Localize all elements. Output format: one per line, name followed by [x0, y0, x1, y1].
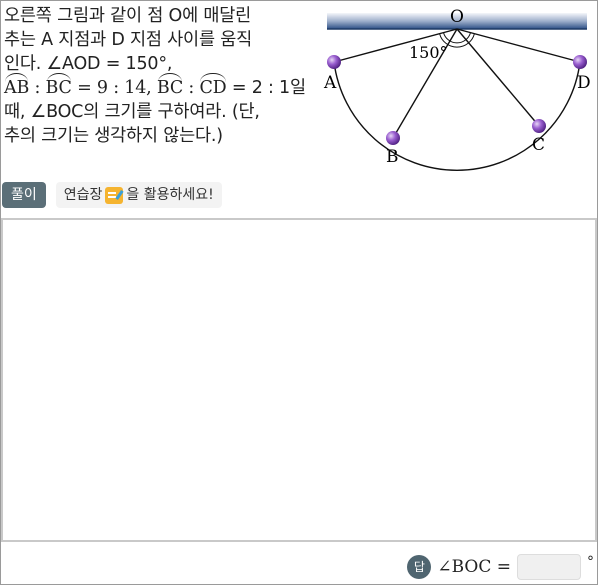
answer-row: 답 ∠BOC = ° — [407, 553, 594, 581]
bob-c — [532, 119, 546, 133]
bob-a — [327, 55, 341, 69]
angle-mark-inner — [443, 32, 471, 44]
solve-button[interactable]: 풀이 — [2, 182, 46, 208]
answer-input[interactable] — [517, 554, 581, 580]
string-oc — [456, 28, 540, 127]
answer-badge: 답 — [407, 555, 432, 579]
angle-label: 150° — [409, 43, 448, 62]
arc-bc: BC — [45, 73, 72, 98]
notepad-icon — [105, 186, 124, 204]
label-a: A — [323, 73, 337, 93]
bob-b — [386, 131, 400, 145]
practice-label-pre: 연습장 — [63, 187, 103, 203]
problem-line: 추는 A 지점과 D 지점 사이를 움직 — [4, 30, 253, 50]
arc-cd: CD — [199, 73, 227, 98]
problem-line: 인다. ∠AOD = 150°, — [4, 54, 173, 74]
string-od — [456, 28, 581, 63]
ratio-value: = 9 : 14, — [71, 78, 157, 98]
practice-label-post: 을 활용하세요! — [126, 187, 214, 203]
label-b: B — [386, 147, 399, 167]
ratio-value: = 2 : 1일 — [226, 78, 306, 98]
label-c: C — [532, 135, 545, 155]
answer-label: ∠BOC = — [437, 557, 511, 577]
problem-line: 때, ∠BOC의 크기를 구하여라. (단, — [4, 102, 260, 122]
arc-bc: BC — [156, 73, 184, 98]
problem-text: 오른쪽 그림과 같이 점 O에 매달린 추는 A 지점과 D 지점 사이를 움직… — [4, 4, 314, 148]
solution-work-area[interactable] — [1, 218, 597, 542]
problem-line: 오른쪽 그림과 같이 점 O에 매달린 — [4, 6, 252, 26]
problem-line-arcs: AB : BC = 9 : 14, BC : CD = 2 : 1일 — [4, 73, 314, 100]
label-o: O — [450, 7, 464, 27]
problem-line: 추의 크기는 생각하지 않는다.) — [4, 126, 223, 146]
bob-d — [573, 55, 587, 69]
label-d: D — [577, 73, 591, 93]
practice-pad-button[interactable]: 연습장 을 활용하세요! — [55, 182, 222, 208]
toolbar: 풀이 연습장 을 활용하세요! — [2, 182, 222, 208]
ratio-separator: : — [29, 78, 46, 98]
pendulum-figure: O 150° A B C D — [323, 7, 591, 171]
arc-ab: AB — [4, 73, 30, 98]
ratio-separator: : — [183, 78, 200, 98]
degree-unit: ° — [587, 554, 594, 570]
